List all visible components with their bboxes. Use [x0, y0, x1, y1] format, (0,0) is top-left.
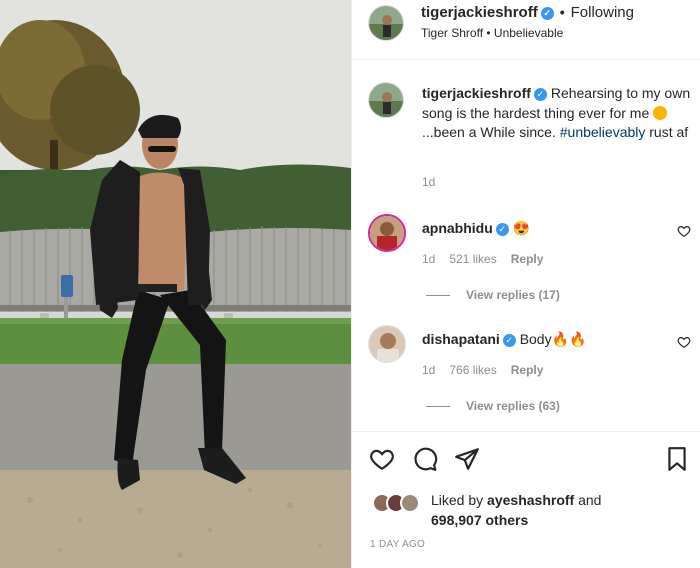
verified-badge-icon: ✓ — [533, 88, 547, 101]
comment-icon[interactable] — [411, 446, 439, 477]
bookmark-icon[interactable] — [665, 446, 689, 477]
reply-button[interactable]: Reply — [511, 252, 544, 266]
post-panel: tigerjackieshroff ✓ • Following Tiger Shrof… — [351, 0, 700, 568]
comment-likes[interactable]: 521 likes — [449, 252, 496, 266]
liked-by-text: Liked by ayeshashroff and 698,907 others — [431, 491, 631, 530]
commenter-avatar[interactable] — [368, 325, 406, 363]
hashtag-link[interactable]: #unbelievably — [560, 124, 646, 140]
post-timestamp[interactable]: 1 DAY AGO — [370, 539, 425, 550]
author-username[interactable]: tigerjackieshroff — [421, 4, 538, 21]
post-video-frame — [0, 0, 351, 568]
view-replies-label: View replies (17) — [466, 288, 560, 302]
comment-username[interactable]: dishapatani — [422, 331, 500, 347]
header-user-line: tigerjackieshroff ✓ • Following — [421, 4, 634, 21]
comment-text: 😍 — [512, 220, 531, 236]
reply-button[interactable]: Reply — [511, 363, 544, 377]
comment-time[interactable]: 1d — [422, 252, 435, 266]
share-icon[interactable] — [453, 446, 481, 477]
comment-username[interactable]: apnabhidu — [422, 220, 493, 236]
comment-meta: 1d 766 likes Reply — [422, 363, 557, 377]
heart-icon[interactable] — [368, 446, 396, 477]
caption-text-2: ...been a While since. — [422, 124, 556, 140]
view-replies-label: View replies (63) — [466, 399, 560, 413]
commenter-avatar[interactable] — [368, 214, 406, 252]
liked-by-user[interactable]: ayeshashroff — [487, 492, 574, 508]
replies-divider — [426, 406, 450, 408]
post-actions: Liked by ayeshashroff and 698,907 others… — [352, 431, 700, 568]
liked-by-conj: and — [578, 492, 602, 508]
comment-body: apnabhidu ✓ 😍 — [422, 220, 530, 237]
post-caption: tigerjackieshroff ✓ Rehearsing to my own … — [422, 84, 692, 143]
comment-likes[interactable]: 766 likes — [449, 363, 496, 377]
separator-dot: • — [559, 4, 565, 20]
comment-time[interactable]: 1d — [422, 363, 435, 377]
comment-like-heart-icon[interactable] — [677, 335, 691, 354]
liked-by-prefix: Liked by — [431, 492, 484, 508]
comment-like-heart-icon[interactable] — [677, 224, 691, 243]
comment-meta: 1d 521 likes Reply — [422, 252, 557, 266]
view-replies-button[interactable]: View replies (17) — [426, 288, 560, 302]
caption-timestamp[interactable]: 1d — [422, 175, 435, 189]
weary-face-emoji-icon — [653, 105, 668, 120]
author-avatar[interactable] — [368, 5, 404, 41]
liker-avatar[interactable] — [400, 493, 420, 513]
replies-divider — [426, 295, 450, 297]
verified-badge-icon: ✓ — [495, 223, 509, 236]
likes-others-count[interactable]: 698,907 others — [431, 512, 528, 528]
post-header: tigerjackieshroff ✓ • Following Tiger Shrof… — [352, 0, 700, 60]
caption-avatar[interactable] — [368, 82, 404, 118]
verified-badge-icon: ✓ — [502, 334, 516, 347]
following-button[interactable]: Following — [571, 4, 634, 21]
verified-badge-icon: ✓ — [540, 7, 554, 20]
comment-text: Body🔥🔥 — [519, 331, 587, 347]
caption-text-3: rust af — [649, 124, 689, 140]
caption-username[interactable]: tigerjackieshroff — [422, 85, 531, 101]
view-replies-button[interactable]: View replies (63) — [426, 399, 560, 413]
comment-body: dishapatani ✓ Body🔥🔥 — [422, 331, 586, 348]
post-media[interactable] — [0, 0, 351, 568]
audio-track-link[interactable]: Tiger Shroff • Unbelievable — [421, 26, 563, 40]
